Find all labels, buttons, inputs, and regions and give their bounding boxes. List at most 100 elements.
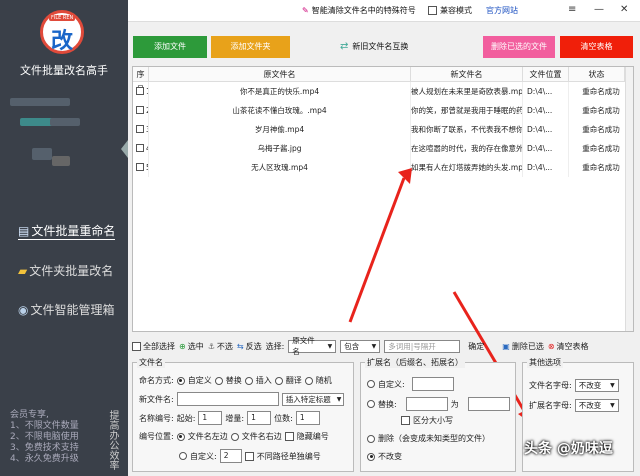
header-new-name[interactable]: 新文件名 [411,67,523,82]
delete-selected-button[interactable]: ▣ 删除已选 [502,341,544,352]
insert-title-select[interactable]: 插入特定标题 ▼ [281,392,344,406]
header-original-name[interactable]: 原文件名 [149,67,411,82]
compat-label: 兼容模式 [440,6,472,15]
blurred-info [50,118,80,126]
collapse-arrow-icon[interactable] [121,140,128,158]
file-location: D:\4\... [523,120,569,139]
hide-number-checkbox[interactable] [284,432,294,441]
step-input[interactable]: 1 [247,411,272,425]
compat-mode[interactable]: 兼容模式 [428,5,472,16]
swap-icon: ⇄ [340,41,349,52]
nodup-checkbox[interactable] [244,451,254,461]
sidebar: FILE REN 改 文件批量改名高手 ▤ 文件批量重命名 ▰ 文件夹批量改名 … [0,0,128,476]
delete-selected-files-button[interactable]: 删除已选的文件 [483,36,555,58]
custom-position-input[interactable]: 2 [219,449,242,463]
uncheck-button[interactable]: ⚓ 不选 [208,341,233,352]
rename-status: 重命名成功 [582,144,620,153]
match-select[interactable]: 包含 ▼ [340,339,381,353]
row-checkbox[interactable] [136,87,144,95]
new-name: 在这喧嚣的时代，我的存在像意外.jpg [411,139,523,158]
website-link[interactable]: 官方网站 [486,5,518,16]
ext-replace-from[interactable] [405,397,448,411]
special-label: 智能清除文件名中的特殊符号 [311,6,416,15]
ext-unchanged-radio[interactable] [367,452,375,461]
ext-replace-radio[interactable] [367,400,375,408]
filename-case-label: 文件名字母: [529,381,572,390]
row-checkbox[interactable] [136,125,144,133]
mode-insert-radio[interactable] [244,376,253,385]
add-folder-button[interactable]: 添加文件夹 [211,36,290,58]
delete-icon: ▣ [502,341,510,351]
file-location: D:\4\... [523,158,569,177]
ext-unchanged-label: 不改变 [378,452,402,461]
position-left-radio[interactable] [176,432,185,441]
select-all[interactable]: 全部选择 [132,341,175,352]
row-checkbox[interactable] [136,144,144,152]
filename-panel: 文件名 命名方式: 自定义 替换 插入 翻译 随机 新文件名: 插入特定标题 ▼ … [132,357,354,472]
keyword-input[interactable]: 多词用|号隔开 [384,339,461,353]
original-name: 无人区玫瑰.mp4 [149,158,411,177]
table-row[interactable]: 4 乌梅子酱.jpg 在这喧嚣的时代，我的存在像意外.jpg D:\4\... … [133,139,633,158]
case-sensitive-checkbox[interactable] [401,416,410,425]
member-line: 3、免费技术支持 [10,443,79,453]
ext-replace-to[interactable] [467,397,510,411]
position-option: 文件名左边 [187,432,228,441]
ext-case-select[interactable]: 不改变 ▼ [574,399,619,412]
minimize-icon[interactable]: — [594,4,604,15]
close-icon[interactable]: ✕ [620,4,628,15]
swap-names-button[interactable]: ⇄ 新旧文件名互换 [340,36,430,58]
new-name-input[interactable] [176,392,279,406]
table-row[interactable]: 2 山茶花读不懂白玫瑰。.mp4 你的笑，那曾就是我用于睡眠的药.mp4 D:\… [133,101,633,120]
rename-status: 重命名成功 [582,87,620,96]
table-row[interactable]: 5 无人区玫瑰.mp4 如果有人在灯塔拨弄她的头发.mp4 D:\4\... 重… [133,158,633,177]
mode-custom-radio[interactable] [176,376,185,385]
chevron-down-icon: ▼ [336,395,342,403]
mode-random-radio[interactable] [304,376,313,385]
row-checkbox[interactable] [136,106,144,114]
nav-smart-manager[interactable]: ◉ 文件智能管理箱 [18,301,115,318]
member-benefits: 会员专享, 1、不限文件数量 2、不限电脑使用 3、免费技术支持 4、永久免费升… [10,410,105,465]
file-location: D:\4\... [523,139,569,158]
ext-custom-radio[interactable] [367,380,375,388]
table-scrollbar[interactable] [625,67,633,331]
position-right-radio[interactable] [230,432,239,441]
check-button[interactable]: ⊕ 选中 [179,341,204,352]
invert-icon: ⇆ [236,341,244,351]
special-symbol-clean[interactable]: ✎ 智能清除文件名中的特殊符号 [302,5,416,16]
digits-input[interactable]: 1 [295,411,320,425]
header-location[interactable]: 文件位置 [523,67,569,82]
mode-replace-radio[interactable] [214,376,223,385]
compat-checkbox[interactable] [428,6,437,15]
swap-label: 新旧文件名互换 [352,42,409,51]
ext-custom-input[interactable] [411,377,454,391]
clear-table-small-button[interactable]: ⊗ 清空表格 [548,341,589,352]
header-no[interactable]: 序号 [133,67,149,94]
rename-status: 重命名成功 [582,106,620,115]
clear-table-button[interactable]: 清空表格 [560,36,633,58]
nav-batch-rename[interactable]: ▤ 文件批量重命名 [18,222,116,240]
mode-translate-radio[interactable] [274,376,283,385]
original-name: 你不是真正的快乐.mp4 [149,82,411,101]
select-all-checkbox[interactable] [132,341,141,351]
file-location: D:\4\... [523,82,569,101]
add-file-button[interactable]: 添加文件 [133,36,207,58]
table-row[interactable]: 1 你不是真正的快乐.mp4 被人规划在未来里是奇欧表暴.mp4 D:\4\..… [133,82,633,101]
ext-to-label: 为 [450,399,459,409]
invert-button[interactable]: ⇆ 反选 [237,341,262,352]
ext-delete-radio[interactable] [367,434,375,443]
filename-case-select[interactable]: 不改变 ▼ [574,379,619,392]
header-status[interactable]: 状态 [569,67,625,82]
menu-icon[interactable]: ≡ [568,4,576,15]
blurred-info [52,156,70,166]
start-input[interactable]: 1 [198,411,223,425]
field-select[interactable]: 原文件名 ▼ [288,336,337,356]
table-row[interactable]: 3 岁月神偷.mp4 我和你断了联系，不代表我不想你.mp4 D:\4\... … [133,120,633,139]
hide-number-label: 隐藏编号 [296,432,329,441]
confirm-button[interactable]: 确定 [468,341,484,352]
nav-folder-rename[interactable]: ▰ 文件夹批量改名 [18,262,113,279]
plus-icon: ⊕ [179,341,186,351]
position-custom-radio[interactable] [179,452,187,460]
filename-case-value: 不改变 [578,381,602,390]
row-checkbox[interactable] [136,163,144,171]
member-line: 4、永久免费升级 [10,454,79,464]
